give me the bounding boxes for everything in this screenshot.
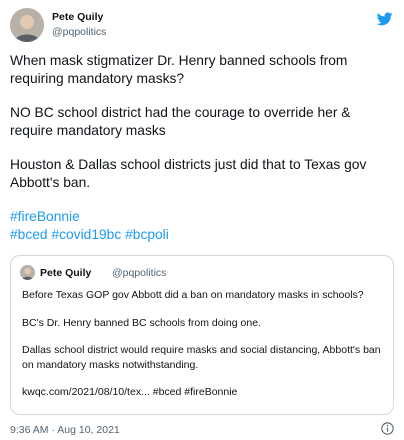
hashtag-link[interactable]: #fireBonnie <box>10 209 80 224</box>
tweet-paragraph: When mask stigmatizer Dr. Henry banned s… <box>10 53 348 86</box>
quoted-author-name: Pete Quily <box>40 267 92 279</box>
quoted-paragraph: Before Texas GOP gov Abbott did a ban on… <box>22 289 364 301</box>
hashtag-link[interactable]: #bcpoli <box>125 227 169 242</box>
info-icon[interactable] <box>381 422 394 435</box>
tweet-timestamp[interactable]: 9:36 AM · Aug 10, 2021 <box>10 424 120 436</box>
twitter-bird-icon[interactable] <box>376 11 394 27</box>
quoted-avatar <box>20 265 35 280</box>
hashtag-line: #fireBonnie <box>10 208 394 226</box>
quoted-link-line: kwqc.com/2021/08/10/tex... #bced #fireBo… <box>22 386 238 398</box>
quoted-tweet[interactable]: Pete Quily @pqpolitics Before Texas GOP … <box>10 255 394 415</box>
quoted-paragraph: Dallas school district would require mas… <box>22 344 381 371</box>
tweet-card: Pete Quily @pqpolitics When mask stigmat… <box>0 0 404 440</box>
quoted-tweet-text: Before Texas GOP gov Abbott did a ban on… <box>22 288 384 413</box>
tweet-paragraph: Houston & Dallas school districts just d… <box>10 157 367 190</box>
hashtag-line: #bced #covid19bc #bcpoli <box>10 226 394 244</box>
tweet-paragraph: NO BC school district had the courage to… <box>10 105 351 138</box>
author-name[interactable]: Pete Quily <box>52 11 103 23</box>
author-handle[interactable]: @pqpolitics <box>52 26 106 38</box>
hashtag-link[interactable]: #bced <box>10 227 48 242</box>
avatar[interactable] <box>10 8 44 42</box>
quoted-author-handle: @pqpolitics <box>112 267 167 279</box>
tweet-text: When mask stigmatizer Dr. Henry banned s… <box>10 52 394 243</box>
quoted-paragraph: BC's Dr. Henry banned BC schools from do… <box>22 316 261 329</box>
hashtag-link[interactable]: #covid19bc <box>51 227 121 242</box>
